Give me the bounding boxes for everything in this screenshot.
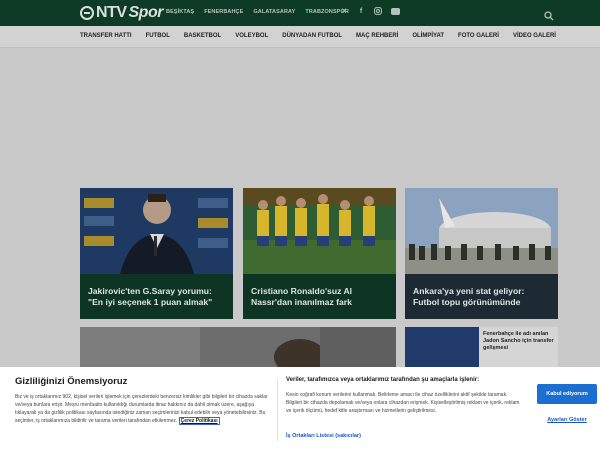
consent-purposes-text: Kesin coğrafi konum verilerini kullanmak… — [286, 392, 520, 414]
news-card-image — [405, 188, 558, 274]
news-card-title[interactable]: Ankara'ya yeni stat geliyor: Futbol topu… — [413, 286, 553, 308]
news-card[interactable]: Cristiano Ronaldo'suz Al Nassr'dan inanı… — [243, 188, 396, 319]
nav-item-foto-galeri[interactable]: FOTO GALERİ — [458, 33, 499, 39]
news-card-title[interactable]: Cristiano Ronaldo'suz Al Nassr'dan inanı… — [251, 286, 391, 308]
news-card-title[interactable]: Jakirovic'ten G.Saray yorumu: "En iyi se… — [88, 286, 228, 308]
social-links: ✕ f — [340, 7, 400, 15]
logo-ring-icon — [80, 6, 94, 20]
nav-item-futbol[interactable]: FUTBOL — [146, 33, 170, 39]
consent-description-text: Biz ve iş ortaklarımız 902, kişisel veri… — [15, 394, 268, 424]
logo-sub-text: Spor — [128, 4, 164, 21]
side-news-item[interactable]: Fenerbahçe ile adı anılan Jadon Sancho i… — [405, 327, 558, 367]
team-link-fenerbahce[interactable]: FENERBAHÇE — [204, 9, 243, 15]
instagram-icon[interactable] — [374, 7, 382, 15]
consent-title: Gizliliğinizi Önemsiyoruz — [15, 376, 128, 387]
nav-item-video-galeri[interactable]: VİDEO GALERİ — [513, 33, 556, 39]
news-card-image — [243, 188, 396, 274]
team-link-besiktas[interactable]: BEŞİKTAŞ — [166, 9, 194, 15]
cookie-policy-link[interactable]: Çerez Politikası — [178, 417, 220, 425]
partners-list-link[interactable]: İş Ortakları Listesi (sakıcılar) — [286, 433, 361, 439]
ad-placeholder — [0, 49, 600, 186]
side-news-image — [405, 327, 479, 367]
logo-text: NTV — [96, 4, 127, 21]
news-card[interactable]: Jakirovic'ten G.Saray yorumu: "En iyi se… — [80, 188, 233, 319]
show-settings-button[interactable]: Ayarları Göster — [537, 414, 597, 426]
nav-item-basketbol[interactable]: BASKETBOL — [184, 33, 221, 39]
consent-description: Biz ve iş ortaklarımız 902, kişisel veri… — [15, 393, 269, 425]
news-card[interactable]: Ankara'ya yeni stat geliyor: Futbol topu… — [405, 188, 558, 319]
cookie-consent-banner: Gizliliğinizi Önemsiyoruz Biz ve iş orta… — [0, 367, 600, 450]
search-icon[interactable] — [544, 8, 554, 21]
nav-item-dunyadan-futbol[interactable]: DÜNYADAN FUTBOL — [282, 33, 342, 39]
news-card-image — [80, 188, 233, 274]
category-nav: TRANSFER HATTI FUTBOL BASKETBOL VOLEYBOL… — [80, 33, 570, 39]
nav-item-voleybol[interactable]: VOLEYBOL — [235, 33, 268, 39]
team-link-galatasaray[interactable]: GALATASARAY — [253, 9, 295, 15]
category-nav-bar: TRANSFER HATTI FUTBOL BASKETBOL VOLEYBOL… — [0, 26, 600, 48]
accept-cookies-button[interactable]: Kabul ediyorum — [537, 384, 597, 404]
featured-news-image[interactable] — [80, 327, 396, 375]
featured-news-photo — [80, 327, 396, 375]
side-news-title[interactable]: Fenerbahçe ile adı anılan Jadon Sancho i… — [483, 331, 555, 352]
team-links: BEŞİKTAŞ FENERBAHÇE GALATASARAY TRABZONS… — [166, 9, 349, 15]
nav-item-transfer[interactable]: TRANSFER HATTI — [80, 33, 132, 39]
consent-purposes-title: Veriler, tarafımızca veya ortaklarımız t… — [286, 377, 480, 383]
nav-item-mac-rehberi[interactable]: MAÇ REHBERİ — [356, 33, 398, 39]
consent-divider — [277, 379, 278, 441]
top-header: NTV Spor BEŞİKTAŞ FENERBAHÇE GALATASARAY… — [0, 0, 600, 26]
youtube-icon[interactable] — [391, 8, 400, 15]
x-icon[interactable]: ✕ — [340, 7, 348, 15]
ntvspor-logo[interactable]: NTV Spor — [80, 4, 163, 22]
facebook-icon[interactable]: f — [357, 7, 365, 15]
nav-item-olimpiyat[interactable]: OLİMPİYAT — [412, 33, 444, 39]
